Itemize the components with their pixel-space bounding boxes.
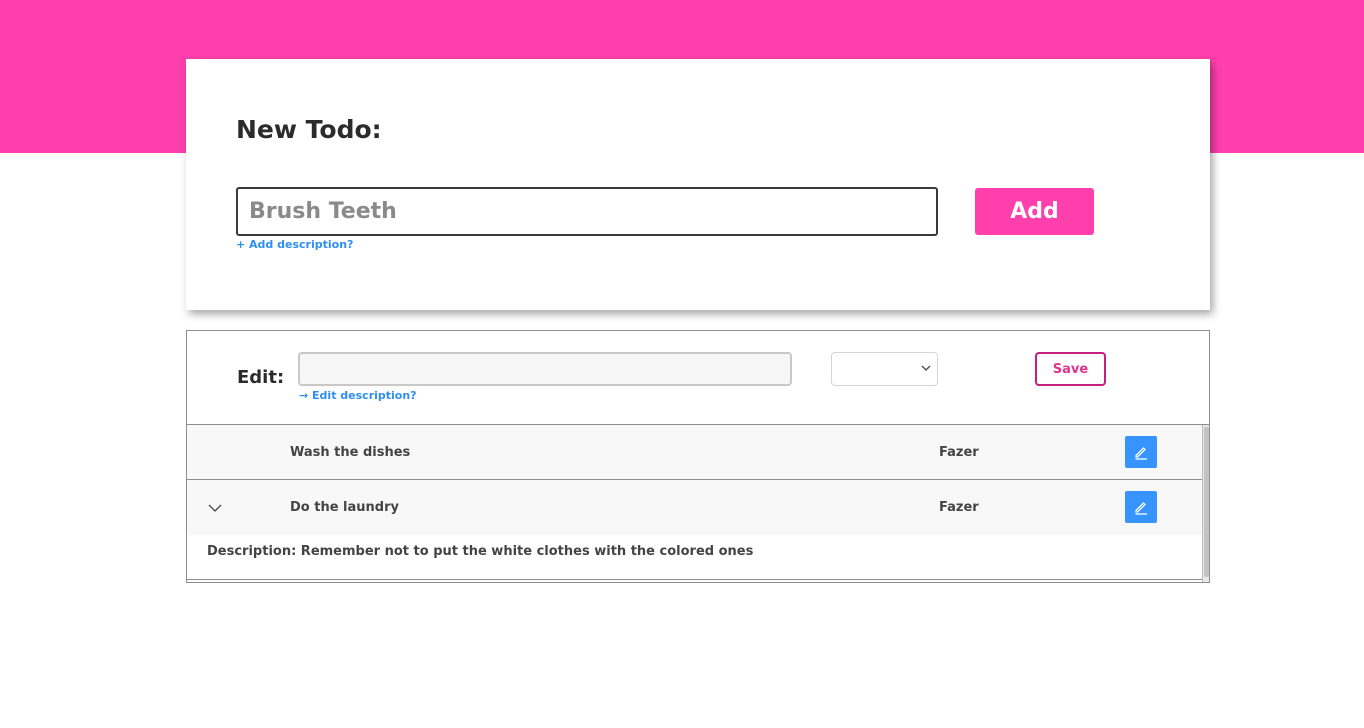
edit-description-link[interactable]: → Edit description? (299, 389, 417, 402)
edit-title-input[interactable] (298, 352, 792, 386)
new-todo-card: New Todo: + Add description? Add (186, 59, 1210, 310)
todo-list: Wash the dishes Fazer Do the laundry Faz… (187, 425, 1202, 582)
todo-status: Fazer (939, 445, 979, 460)
new-todo-input[interactable] (236, 187, 938, 236)
new-todo-title: New Todo: (236, 115, 382, 144)
edit-todo-button[interactable] (1125, 491, 1157, 523)
todo-list-panel: Edit: → Edit description? Save Wash the … (186, 330, 1210, 583)
todo-row: Do the laundry Fazer (187, 480, 1202, 535)
chevron-down-icon (921, 362, 931, 375)
todo-title: Do the laundry (290, 500, 399, 515)
chevron-down-icon[interactable] (207, 500, 223, 516)
todo-row: Wash the dishes Fazer (187, 425, 1202, 480)
todo-status: Fazer (939, 500, 979, 515)
scrollbar-thumb[interactable] (1204, 427, 1209, 577)
pencil-icon (1135, 447, 1147, 460)
status-select[interactable] (831, 352, 938, 386)
edit-label: Edit: (237, 367, 285, 388)
edit-form: Edit: → Edit description? Save (187, 331, 1209, 425)
todo-title: Wash the dishes (290, 445, 411, 460)
pencil-icon (1135, 502, 1147, 515)
todo-description: Description: Remember not to put the whi… (207, 544, 754, 559)
todo-description-panel: Description: Remember not to put the whi… (187, 535, 1202, 580)
add-description-link[interactable]: + Add description? (236, 238, 353, 251)
list-scrollbar[interactable] (1202, 425, 1209, 582)
add-button[interactable]: Add (975, 188, 1094, 235)
save-button[interactable]: Save (1035, 352, 1106, 386)
edit-todo-button[interactable] (1125, 436, 1157, 468)
